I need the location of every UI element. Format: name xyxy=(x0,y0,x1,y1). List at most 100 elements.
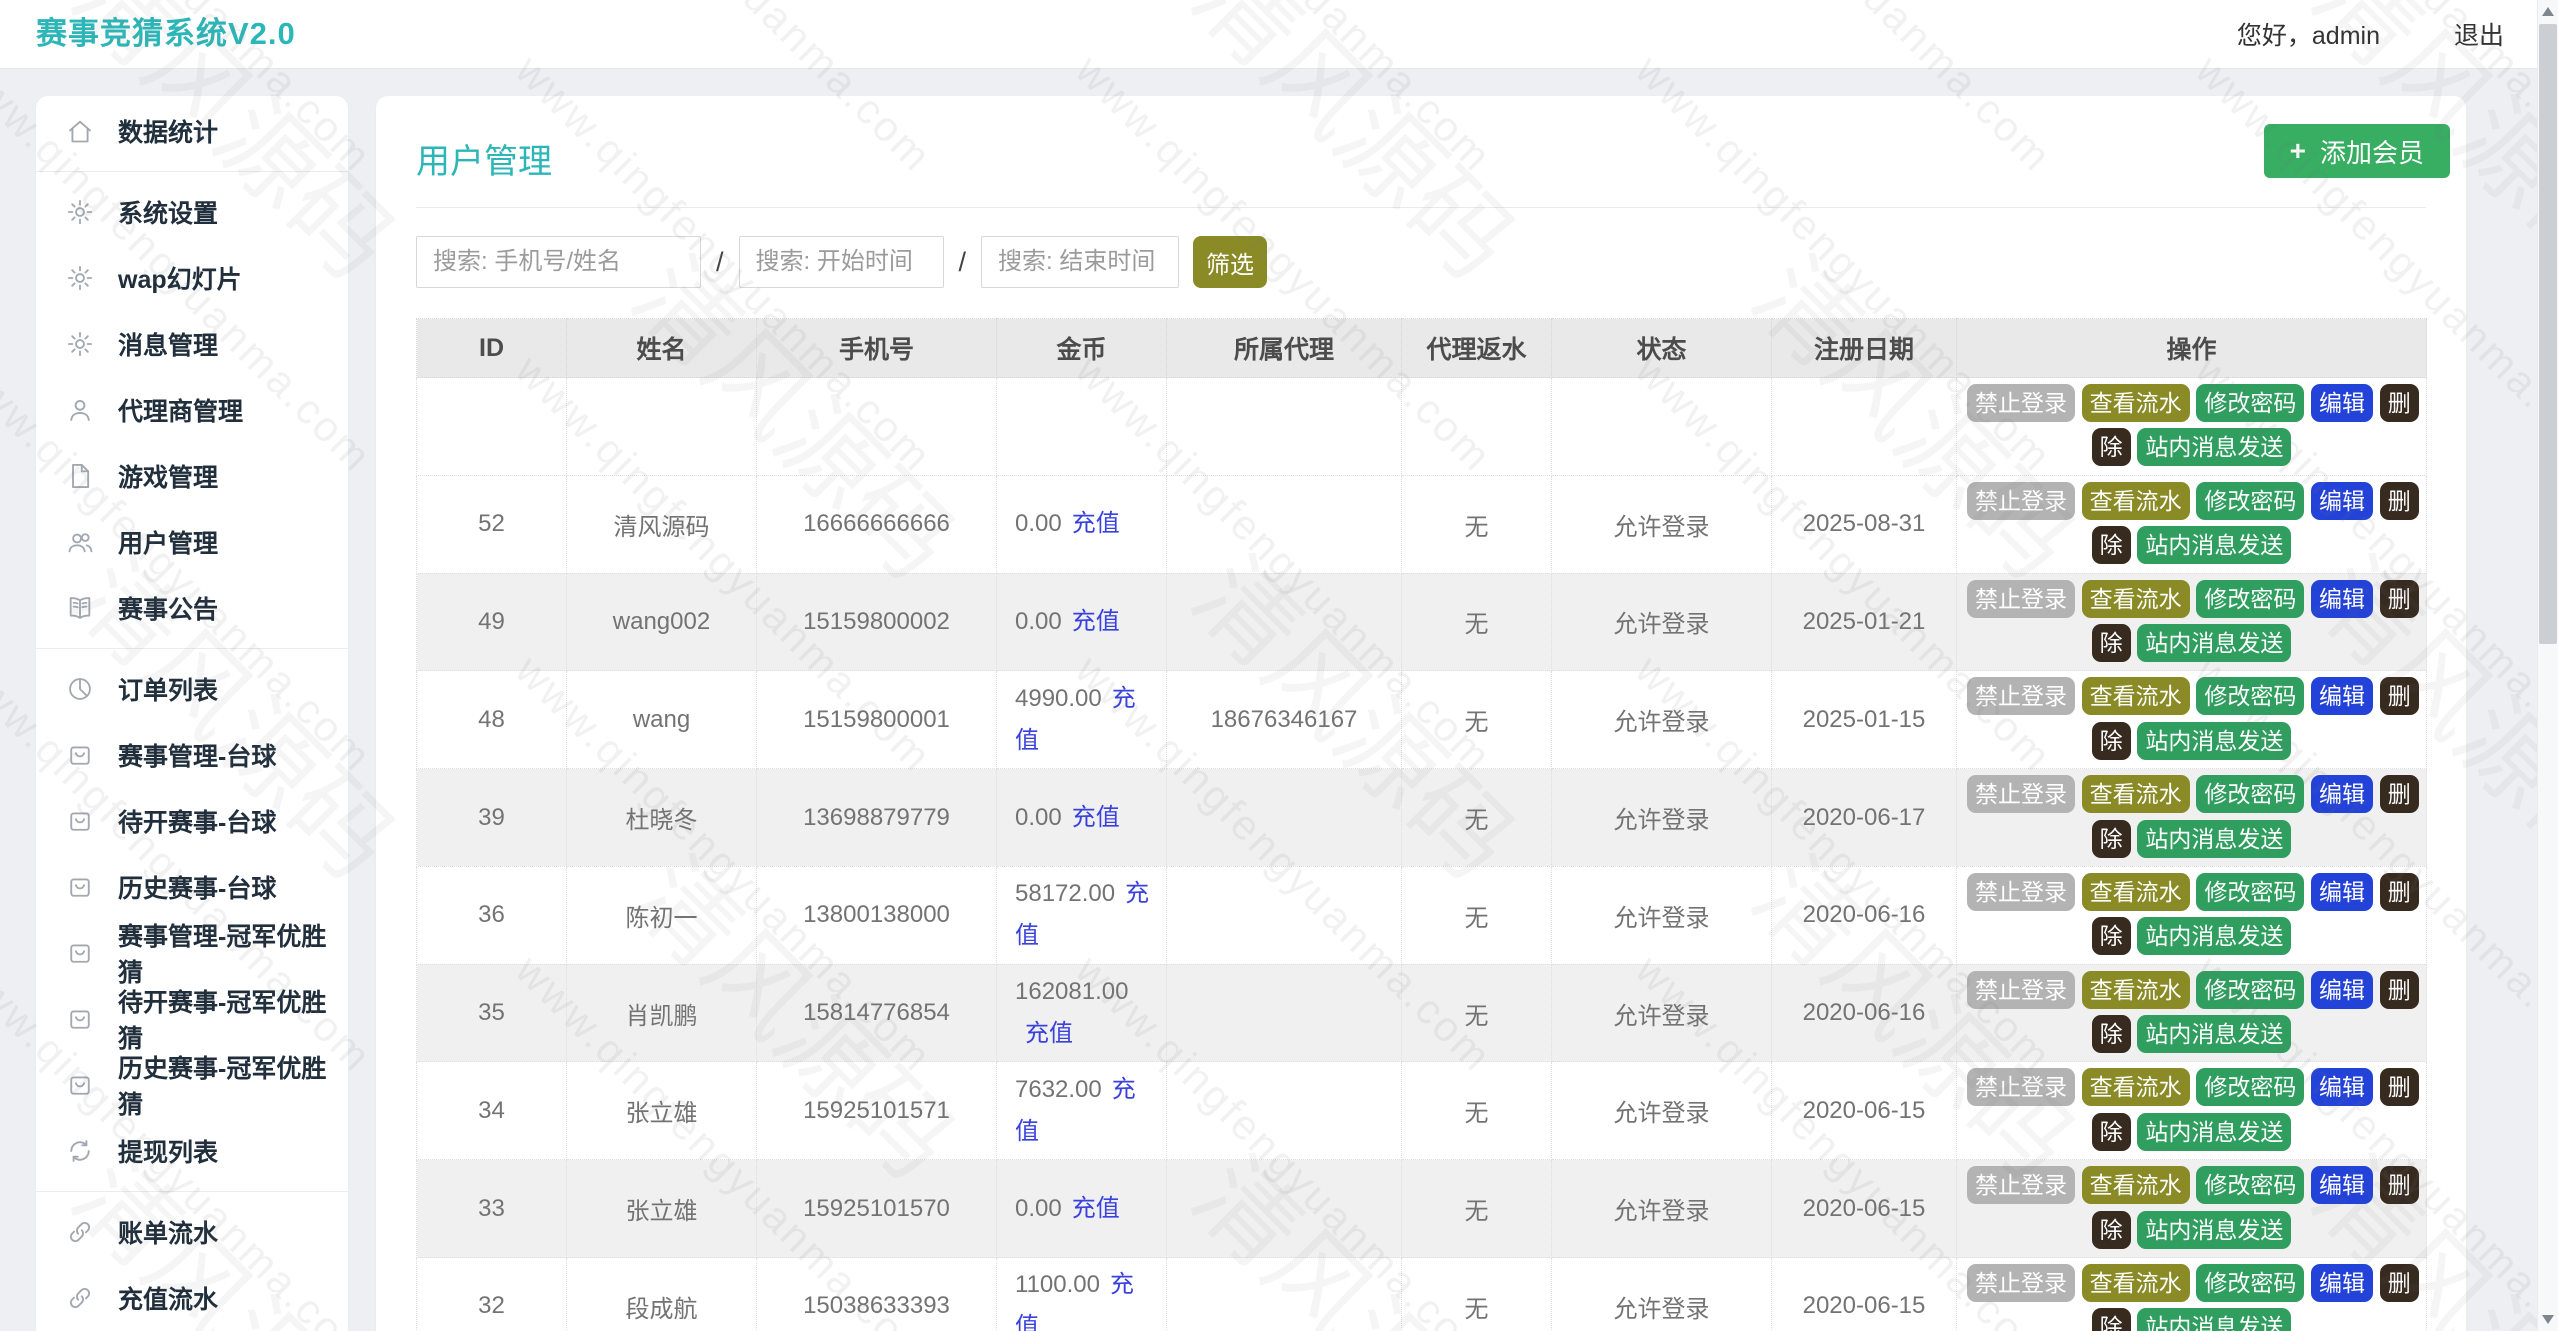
add-member-button[interactable]: + 添加会员 xyxy=(2264,124,2450,178)
table-row: 52 清风源码 16666666666 0.00充值 无 允许登录 2025-0… xyxy=(417,475,2427,573)
sidebar-item-label: 订单列表 xyxy=(118,671,218,707)
sidebar-item[interactable]: 历史赛事-冠军优胜猜 xyxy=(36,1052,348,1118)
site-message-button[interactable]: 站内消息发送 xyxy=(2137,624,2291,662)
sidebar-item[interactable]: 系统设置 xyxy=(36,179,348,245)
change-password-button[interactable]: 修改密码 xyxy=(2196,580,2304,618)
view-flow-button[interactable]: 查看流水 xyxy=(2082,1264,2190,1302)
recharge-link[interactable]: 充值 xyxy=(1072,804,1120,831)
cell-status: 允许登录 xyxy=(1552,866,1772,964)
edit-button[interactable]: 编辑 xyxy=(2311,1264,2373,1302)
sidebar-item[interactable]: 待开赛事-台球 xyxy=(36,788,348,854)
site-message-button[interactable]: 站内消息发送 xyxy=(2137,526,2291,564)
recharge-link[interactable]: 充值 xyxy=(1072,1195,1120,1222)
change-password-button[interactable]: 修改密码 xyxy=(2196,873,2304,911)
change-password-button[interactable]: 修改密码 xyxy=(2196,775,2304,813)
site-message-button[interactable]: 站内消息发送 xyxy=(2137,428,2291,466)
edit-button[interactable]: 编辑 xyxy=(2311,873,2373,911)
sidebar-item[interactable]: 赛事管理-台球 xyxy=(36,722,348,788)
recharge-link[interactable]: 充值 xyxy=(1025,1020,1073,1047)
plus-icon: + xyxy=(2290,137,2306,165)
view-flow-button[interactable]: 查看流水 xyxy=(2082,971,2190,1009)
view-flow-button[interactable]: 查看流水 xyxy=(2082,677,2190,715)
change-password-button[interactable]: 修改密码 xyxy=(2196,482,2304,520)
sidebar-item[interactable]: 赛事公告 xyxy=(36,575,348,641)
table-body: 禁止登录 查看流水 修改密码 编辑 删除 站内消息发送 52 清风源码 1666… xyxy=(417,378,2427,1331)
view-flow-button[interactable]: 查看流水 xyxy=(2082,1068,2190,1106)
sidebar-item[interactable]: 数据统计 xyxy=(36,98,348,164)
search-start-time-input[interactable] xyxy=(739,236,944,288)
site-message-button[interactable]: 站内消息发送 xyxy=(2137,1211,2291,1249)
site-message-button[interactable]: 站内消息发送 xyxy=(2137,1308,2291,1331)
change-password-button[interactable]: 修改密码 xyxy=(2196,1166,2304,1204)
ban-login-button[interactable]: 禁止登录 xyxy=(1967,873,2075,911)
change-password-button[interactable]: 修改密码 xyxy=(2196,1068,2304,1106)
change-password-button[interactable]: 修改密码 xyxy=(2196,677,2304,715)
scrollbar-thumb[interactable] xyxy=(2539,24,2557,644)
search-phone-name-input[interactable] xyxy=(416,236,701,288)
view-flow-button[interactable]: 查看流水 xyxy=(2082,384,2190,422)
search-end-time-input[interactable] xyxy=(981,236,1179,288)
ban-login-button[interactable]: 禁止登录 xyxy=(1967,384,2075,422)
sidebar-item[interactable]: 代理商管理 xyxy=(36,377,348,443)
coin-balance: 0.00 xyxy=(1015,804,1062,831)
sidebar-item[interactable]: 充值流水 xyxy=(36,1265,348,1331)
site-message-button[interactable]: 站内消息发送 xyxy=(2137,1015,2291,1053)
view-flow-button[interactable]: 查看流水 xyxy=(2082,873,2190,911)
edit-button[interactable]: 编辑 xyxy=(2311,971,2373,1009)
edit-button[interactable]: 编辑 xyxy=(2311,482,2373,520)
ban-login-button[interactable]: 禁止登录 xyxy=(1967,580,2075,618)
edit-button[interactable]: 编辑 xyxy=(2311,1166,2373,1204)
cell-register-date: 2025-01-15 xyxy=(1772,671,1957,769)
scroll-up-arrow[interactable] xyxy=(2542,7,2554,16)
sidebar-item[interactable]: 待开赛事-冠军优胜猜 xyxy=(36,986,348,1052)
ban-login-button[interactable]: 禁止登录 xyxy=(1967,677,2075,715)
logout-link[interactable]: 退出 xyxy=(2454,16,2504,52)
link-icon xyxy=(66,1218,94,1246)
scroll-down-arrow[interactable] xyxy=(2542,1315,2554,1324)
table-row: 36 陈初一 13800138000 58172.00充值 无 允许登录 202… xyxy=(417,866,2427,964)
view-flow-button[interactable]: 查看流水 xyxy=(2082,482,2190,520)
edit-button[interactable]: 编辑 xyxy=(2311,580,2373,618)
ban-login-button[interactable]: 禁止登录 xyxy=(1967,1264,2075,1302)
sidebar-item[interactable]: 用户管理 xyxy=(36,509,348,575)
sidebar-item[interactable]: 历史赛事-台球 xyxy=(36,854,348,920)
edit-button[interactable]: 编辑 xyxy=(2311,677,2373,715)
cell-coins: 0.00 充值 xyxy=(997,769,1167,867)
cell-status: 允许登录 xyxy=(1552,769,1772,867)
sidebar-item[interactable]: 游戏管理 xyxy=(36,443,348,509)
cell-name: 陈初一 xyxy=(567,866,757,964)
site-message-button[interactable]: 站内消息发送 xyxy=(2137,917,2291,955)
change-password-button[interactable]: 修改密码 xyxy=(2196,971,2304,1009)
view-flow-button[interactable]: 查看流水 xyxy=(2082,580,2190,618)
ban-login-button[interactable]: 禁止登录 xyxy=(1967,1068,2075,1106)
ban-login-button[interactable]: 禁止登录 xyxy=(1967,971,2075,1009)
cell-actions: 禁止登录 查看流水 修改密码 编辑 删除 站内消息发送 xyxy=(1957,866,2427,964)
sidebar-item[interactable]: 订单列表 xyxy=(36,656,348,722)
change-password-button[interactable]: 修改密码 xyxy=(2196,384,2304,422)
edit-button[interactable]: 编辑 xyxy=(2311,1068,2373,1106)
sidebar-item[interactable]: wap幻灯片 xyxy=(36,245,348,311)
sidebar-item[interactable]: 赛事管理-冠军优胜猜 xyxy=(36,920,348,986)
table-header-row: ID 姓名 手机号 金币 所属代理 代理返水 状态 注册日期 操作 xyxy=(417,319,2427,378)
ban-login-button[interactable]: 禁止登录 xyxy=(1967,482,2075,520)
filter-button[interactable]: 筛选 xyxy=(1193,236,1267,288)
cell-phone: 15925101571 xyxy=(757,1062,997,1160)
edit-button[interactable]: 编辑 xyxy=(2311,775,2373,813)
recharge-link[interactable]: 充值 xyxy=(1072,510,1120,537)
site-message-button[interactable]: 站内消息发送 xyxy=(2137,820,2291,858)
site-message-button[interactable]: 站内消息发送 xyxy=(2137,1113,2291,1151)
sidebar-item[interactable]: 提现列表 xyxy=(36,1118,348,1184)
sidebar-item[interactable]: 账单流水 xyxy=(36,1199,348,1265)
coin-balance: 0.00 xyxy=(1015,1195,1062,1222)
site-message-button[interactable]: 站内消息发送 xyxy=(2137,722,2291,760)
recharge-link[interactable]: 充值 xyxy=(1072,608,1120,635)
scrollbar[interactable] xyxy=(2537,0,2558,1331)
edit-button[interactable]: 编辑 xyxy=(2311,384,2373,422)
ban-login-button[interactable]: 禁止登录 xyxy=(1967,1166,2075,1204)
view-flow-button[interactable]: 查看流水 xyxy=(2082,1166,2190,1204)
view-flow-button[interactable]: 查看流水 xyxy=(2082,775,2190,813)
cell-register-date: 2020-06-15 xyxy=(1772,1258,1957,1331)
ban-login-button[interactable]: 禁止登录 xyxy=(1967,775,2075,813)
change-password-button[interactable]: 修改密码 xyxy=(2196,1264,2304,1302)
sidebar-item[interactable]: 消息管理 xyxy=(36,311,348,377)
